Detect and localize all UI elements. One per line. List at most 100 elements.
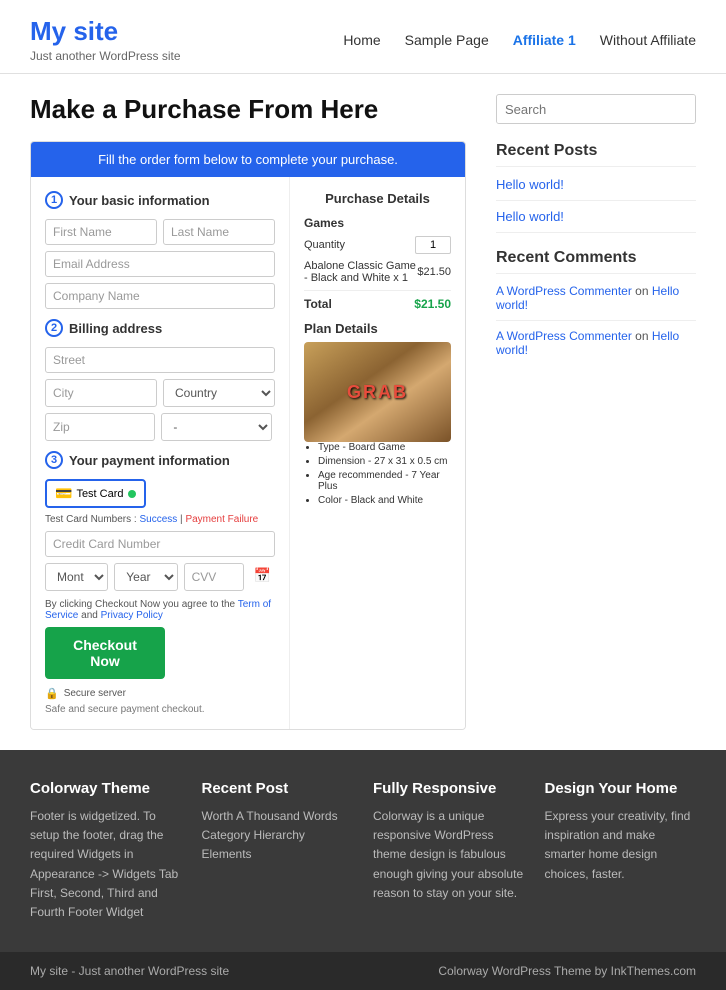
detail-type: Type - Board Game	[318, 442, 451, 453]
test-card-button[interactable]: 💳 Test Card	[45, 479, 146, 508]
item-name: Abalone Classic Game - Black and White x…	[304, 260, 417, 284]
first-name-input[interactable]	[45, 219, 157, 245]
email-row	[45, 251, 275, 277]
search-box: 🔍	[496, 94, 696, 124]
footer-bar-left: My site - Just another WordPress site	[30, 964, 229, 978]
city-input[interactable]	[45, 379, 157, 407]
nav-sample-page[interactable]: Sample Page	[405, 32, 489, 48]
checkout-header: Fill the order form below to complete yo…	[31, 142, 465, 177]
quantity-input[interactable]	[415, 236, 451, 254]
total-row: Total $21.50	[304, 290, 451, 311]
detail-color: Color - Black and White	[318, 495, 451, 506]
nav-affiliate1[interactable]: Affiliate 1	[513, 32, 576, 48]
site-title-link[interactable]: My site	[30, 16, 118, 46]
nav-without-affiliate[interactable]: Without Affiliate	[600, 32, 696, 48]
footer-widget-title-3: Fully Responsive	[373, 780, 525, 797]
checkout-body: 1 Your basic information	[31, 177, 465, 729]
recent-post-1[interactable]: Hello world!	[496, 177, 696, 192]
main-area: Make a Purchase From Here Fill the order…	[30, 94, 466, 730]
checkout-button[interactable]: Checkout Now	[45, 627, 165, 679]
section-basic-info-label: Your basic information	[69, 193, 210, 208]
city-country-row: Country	[45, 379, 275, 407]
site-title[interactable]: My site	[30, 16, 181, 47]
footer-post-link-1[interactable]: Worth A Thousand Words	[202, 807, 354, 826]
site-header: My site Just another WordPress site Home…	[0, 0, 726, 74]
footer-widget-text-1: Footer is widgetized. To setup the foote…	[30, 807, 182, 922]
comment-author-1[interactable]: A WordPress Commenter	[496, 284, 632, 298]
comment-1: A WordPress Commenter on Hello world!	[496, 284, 696, 312]
product-image: GRAB	[304, 342, 451, 442]
comment-2: A WordPress Commenter on Hello world!	[496, 329, 696, 357]
failure-link[interactable]: Payment Failure	[185, 514, 258, 525]
comment-author-2[interactable]: A WordPress Commenter	[496, 329, 632, 343]
nav-home[interactable]: Home	[343, 32, 380, 48]
calendar-icon: 📅	[250, 563, 275, 591]
section-billing-label: Billing address	[69, 321, 162, 336]
footer-bar-right: Colorway WordPress Theme by InkThemes.co…	[438, 964, 696, 978]
site-tagline: Just another WordPress site	[30, 49, 181, 63]
page-content: Make a Purchase From Here Fill the order…	[0, 74, 726, 750]
footer-widget-1: Colorway Theme Footer is widgetized. To …	[30, 780, 182, 922]
month-select[interactable]: Month	[45, 563, 108, 591]
footer-widgets: Colorway Theme Footer is widgetized. To …	[0, 750, 726, 952]
street-row	[45, 347, 275, 373]
plan-details-title: Plan Details	[304, 321, 451, 336]
item-price: $21.50	[417, 266, 451, 278]
secure-label: Secure server	[64, 688, 126, 699]
detail-age: Age recommended - 7 Year Plus	[318, 470, 451, 492]
credit-card-icon: 💳	[55, 485, 72, 502]
purchase-details-title: Purchase Details	[304, 191, 451, 206]
divider-1	[496, 200, 696, 201]
footer-widget-3: Fully Responsive Colorway is a unique re…	[373, 780, 525, 922]
footer-bar: My site - Just another WordPress site Co…	[0, 952, 726, 990]
footer-post-link-2[interactable]: Category Hierarchy Elements	[202, 826, 354, 864]
zip-row: -	[45, 413, 275, 441]
secure-sub: Safe and secure payment checkout.	[45, 704, 275, 715]
company-input[interactable]	[45, 283, 275, 309]
last-name-input[interactable]	[163, 219, 275, 245]
form-column: 1 Your basic information	[31, 177, 290, 729]
success-link[interactable]: Success	[139, 514, 177, 525]
zip-input[interactable]	[45, 413, 155, 441]
section-billing-title: 2 Billing address	[45, 319, 275, 337]
country-select[interactable]: Country	[163, 379, 275, 407]
sidebar: 🔍 Recent Posts Hello world! Hello world!…	[496, 94, 696, 730]
section-payment-title: 3 Your payment information	[45, 451, 275, 469]
main-nav: Home Sample Page Affiliate 1 Without Aff…	[343, 32, 696, 48]
street-input[interactable]	[45, 347, 275, 373]
secure-row: 🔒 Secure server	[45, 687, 275, 700]
search-input[interactable]	[497, 96, 689, 123]
payment-methods: 💳 Test Card	[45, 479, 275, 508]
section-num-1: 1	[45, 191, 63, 209]
lock-icon: 🔒	[45, 687, 59, 700]
search-button[interactable]: 🔍	[689, 95, 696, 123]
email-input[interactable]	[45, 251, 275, 277]
order-column: Purchase Details Games Quantity Abalone …	[290, 177, 465, 729]
test-card-note: Test Card Numbers : Success | Payment Fa…	[45, 514, 275, 525]
site-branding: My site Just another WordPress site	[30, 16, 181, 63]
divider-2	[496, 232, 696, 233]
footer-widget-4: Design Your Home Express your creativity…	[545, 780, 697, 922]
comment-on-1: on	[635, 284, 652, 298]
test-card-label: Test Card	[76, 488, 123, 500]
footer-widget-title-1: Colorway Theme	[30, 780, 182, 797]
recent-post-2[interactable]: Hello world!	[496, 209, 696, 224]
cc-expiry-row: Month Year 📅	[45, 563, 275, 591]
total-value: $21.50	[414, 297, 451, 311]
detail-dimension: Dimension - 27 x 31 x 0.5 cm	[318, 456, 451, 467]
active-indicator	[128, 490, 136, 498]
divider-3	[496, 320, 696, 321]
checkout-container: Fill the order form below to complete yo…	[30, 141, 466, 730]
product-name-overlay: GRAB	[347, 382, 408, 403]
year-select[interactable]: Year	[114, 563, 177, 591]
cc-number-input[interactable]	[45, 531, 275, 557]
cvv-input[interactable]	[184, 563, 244, 591]
state-select[interactable]: -	[161, 413, 271, 441]
quantity-row: Quantity	[304, 236, 451, 254]
recent-comments-title: Recent Comments	[496, 249, 696, 274]
comment-on-2: on	[635, 329, 652, 343]
privacy-link[interactable]: Privacy Policy	[101, 610, 163, 621]
footer-widget-title-2: Recent Post	[202, 780, 354, 797]
recent-posts-title: Recent Posts	[496, 142, 696, 167]
section-basic-info-title: 1 Your basic information	[45, 191, 275, 209]
